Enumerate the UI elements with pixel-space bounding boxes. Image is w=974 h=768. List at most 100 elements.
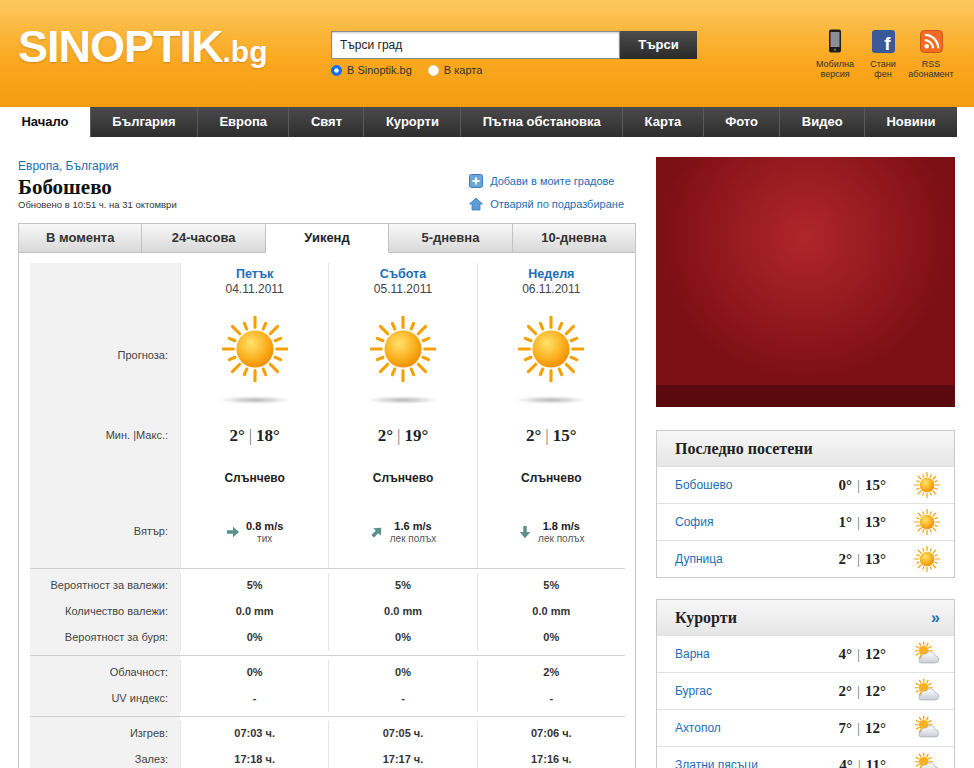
wind-arrow-graphic-icon [226,525,240,539]
city-link[interactable]: Бобошево [675,478,838,492]
menu-item[interactable]: Начало [0,107,90,137]
partly-cloudy-graphic-icon [914,641,940,667]
forecast-tab[interactable]: 10-дневна [513,223,636,253]
sun-graphic-icon [914,546,940,572]
sun-icon [518,316,584,382]
wind-arrow-graphic-icon [518,525,532,539]
rss-graphic-icon [920,30,943,53]
box-title: Последно посетени [675,439,813,458]
wind-info: 1.6 m/sлек полъх [370,520,436,545]
partly-cloudy-graphic-icon [914,678,940,704]
sun-graphic-icon [914,509,940,535]
sidebar: Последно посетениБобошево0°|15°София1°|1… [656,137,955,768]
city-search-field[interactable] [331,31,620,59]
search-scope-radio[interactable] [331,65,342,76]
wind-arrow-graphic-icon [367,522,387,542]
forecast-detail-row: Изгрев:07:03 ч.07:05 ч.07:06 ч. [30,721,625,747]
site-logo[interactable]: SINOPTIK.bg [18,0,331,69]
city-temperature: 4°|12° [838,645,886,663]
forecast-detail-row: Вероятност за буря:0%0%0% [30,625,625,651]
mobile-graphic-icon [823,29,847,53]
menu-item[interactable]: Карта [622,107,703,137]
breadcrumb-link[interactable]: България [66,159,119,173]
partly-cloudy-graphic-icon [914,715,940,741]
forecast-tab[interactable]: Уикенд [266,223,389,253]
city-link[interactable]: Бургас [675,684,838,698]
wind-info: 1.8 m/sлек полъх [518,520,584,545]
forecast-section: Изгрев:07:03 ч.07:05 ч.07:06 ч.Залез:17:… [30,716,625,768]
min-max-temperature: 2°|15° [526,426,577,446]
city-temperature: 2°|13° [838,550,886,568]
partly-cloudy-icon [914,641,940,667]
city-row: Бобошево0°|15° [657,466,954,503]
breadcrumb-trail: Европа, България [18,159,177,173]
more-link[interactable]: » [931,608,940,627]
facebook-link[interactable]: fСтанифен [859,29,907,80]
forecast-detail-row: Количество валежи:0.0 mm0.0 mm0.0 mm [30,599,625,625]
sun-icon [914,509,940,535]
city-title: Бобошево [18,175,177,199]
menu-item[interactable]: Новини [864,107,957,137]
city-link[interactable]: Варна [675,647,838,661]
min-max-temperature: 2°|18° [229,426,280,446]
city-link[interactable]: София [675,515,838,529]
wind-arrow-icon [367,522,387,542]
search-scope-radio[interactable] [428,65,439,76]
add-graphic-icon [469,174,483,188]
menu-item[interactable]: Видео [779,107,864,137]
main-menu: НачалоБългарияЕвропаСвятКурортиПътна обс… [0,107,957,137]
forecast-icon-row: Прогноза: [30,301,625,411]
city-row: Дупница2°|13° [657,540,954,577]
city-link[interactable]: Ахтопол [675,721,838,735]
forecast-section: Облачност:0%0%2%UV индекс:--- [30,655,625,716]
city-row: София1°|13° [657,503,954,540]
breadcrumb-link[interactable]: Европа [18,159,59,173]
condition-text: Слънчево [521,471,581,485]
add-link[interactable]: Добави в моите градове [469,172,624,190]
add-icon [469,174,483,188]
city-link[interactable]: Дупница [675,552,838,566]
home-link[interactable]: Отваряй по подразбиране [469,195,624,213]
temperature-row: Мин. |Макс.:2°|18°2°|19°2°|15° [30,411,625,461]
menu-item[interactable]: Фото [703,107,780,137]
forecast-column: Европа, БългарияБобошевоОбновено в 10:51… [18,137,636,768]
partly-cloudy-icon [914,715,940,741]
menu-item[interactable]: Курорти [363,107,460,137]
wind-row: Вятър:0.8 m/sтих1.6 m/sлек полъх1.8 m/sл… [30,496,625,568]
day-header: Петък04.11.2011 [180,263,328,301]
wind-arrow-icon [226,525,240,539]
advertisement[interactable] [656,157,955,407]
forecast-detail-row: Вероятност за валежи:5%5%5% [30,573,625,599]
forecast-tab[interactable]: 5-дневна [389,223,512,253]
wind-arrow-icon [518,525,532,539]
forecast-table: Петък04.11.2011Събота05.11.2011Неделя06.… [18,253,636,768]
site-header: SINOPTIK.bg Търси В Sinoptik.bg В карта Моби… [0,0,974,107]
forecast-tab[interactable]: В момента [18,223,142,253]
menu-item[interactable]: Пътна обстановка [460,107,622,137]
resorts-box: Курорти»Варна4°|12°Бургас2°|12°Ахтопол7°… [656,599,955,768]
menu-item[interactable]: Европа [197,107,288,137]
partly-cloudy-icon [914,678,940,704]
facebook-icon: f [871,29,895,53]
home-icon [469,197,483,211]
sun-graphic-icon [222,316,288,382]
mobile-link[interactable]: Мобилнаверсия [811,29,859,80]
box-title: Курорти [675,608,737,627]
search-scope-option[interactable]: В карта [428,64,482,77]
condition-text: Слънчево [373,471,433,485]
city-link[interactable]: Златни пясъци [675,758,839,768]
search-area: Търси В Sinoptik.bg В карта [331,0,711,77]
search-button[interactable]: Търси [620,31,697,59]
city-temperature: 0°|15° [838,476,886,494]
forecast-tab[interactable]: 24-часова [142,223,265,253]
mobile-icon [823,29,847,53]
condition-row: СлънчевоСлънчевоСлънчево [30,461,625,496]
rss-link[interactable]: RSSабонамент [907,29,955,80]
min-max-temperature: 2°|19° [378,426,429,446]
partly-cloudy-icon [914,752,940,768]
sun-graphic-icon [914,472,940,498]
menu-item[interactable]: Свят [288,107,363,137]
search-scope-option[interactable]: В Sinoptik.bg [331,64,412,77]
menu-item[interactable]: България [90,107,197,137]
city-temperature: 2°|12° [838,682,886,700]
